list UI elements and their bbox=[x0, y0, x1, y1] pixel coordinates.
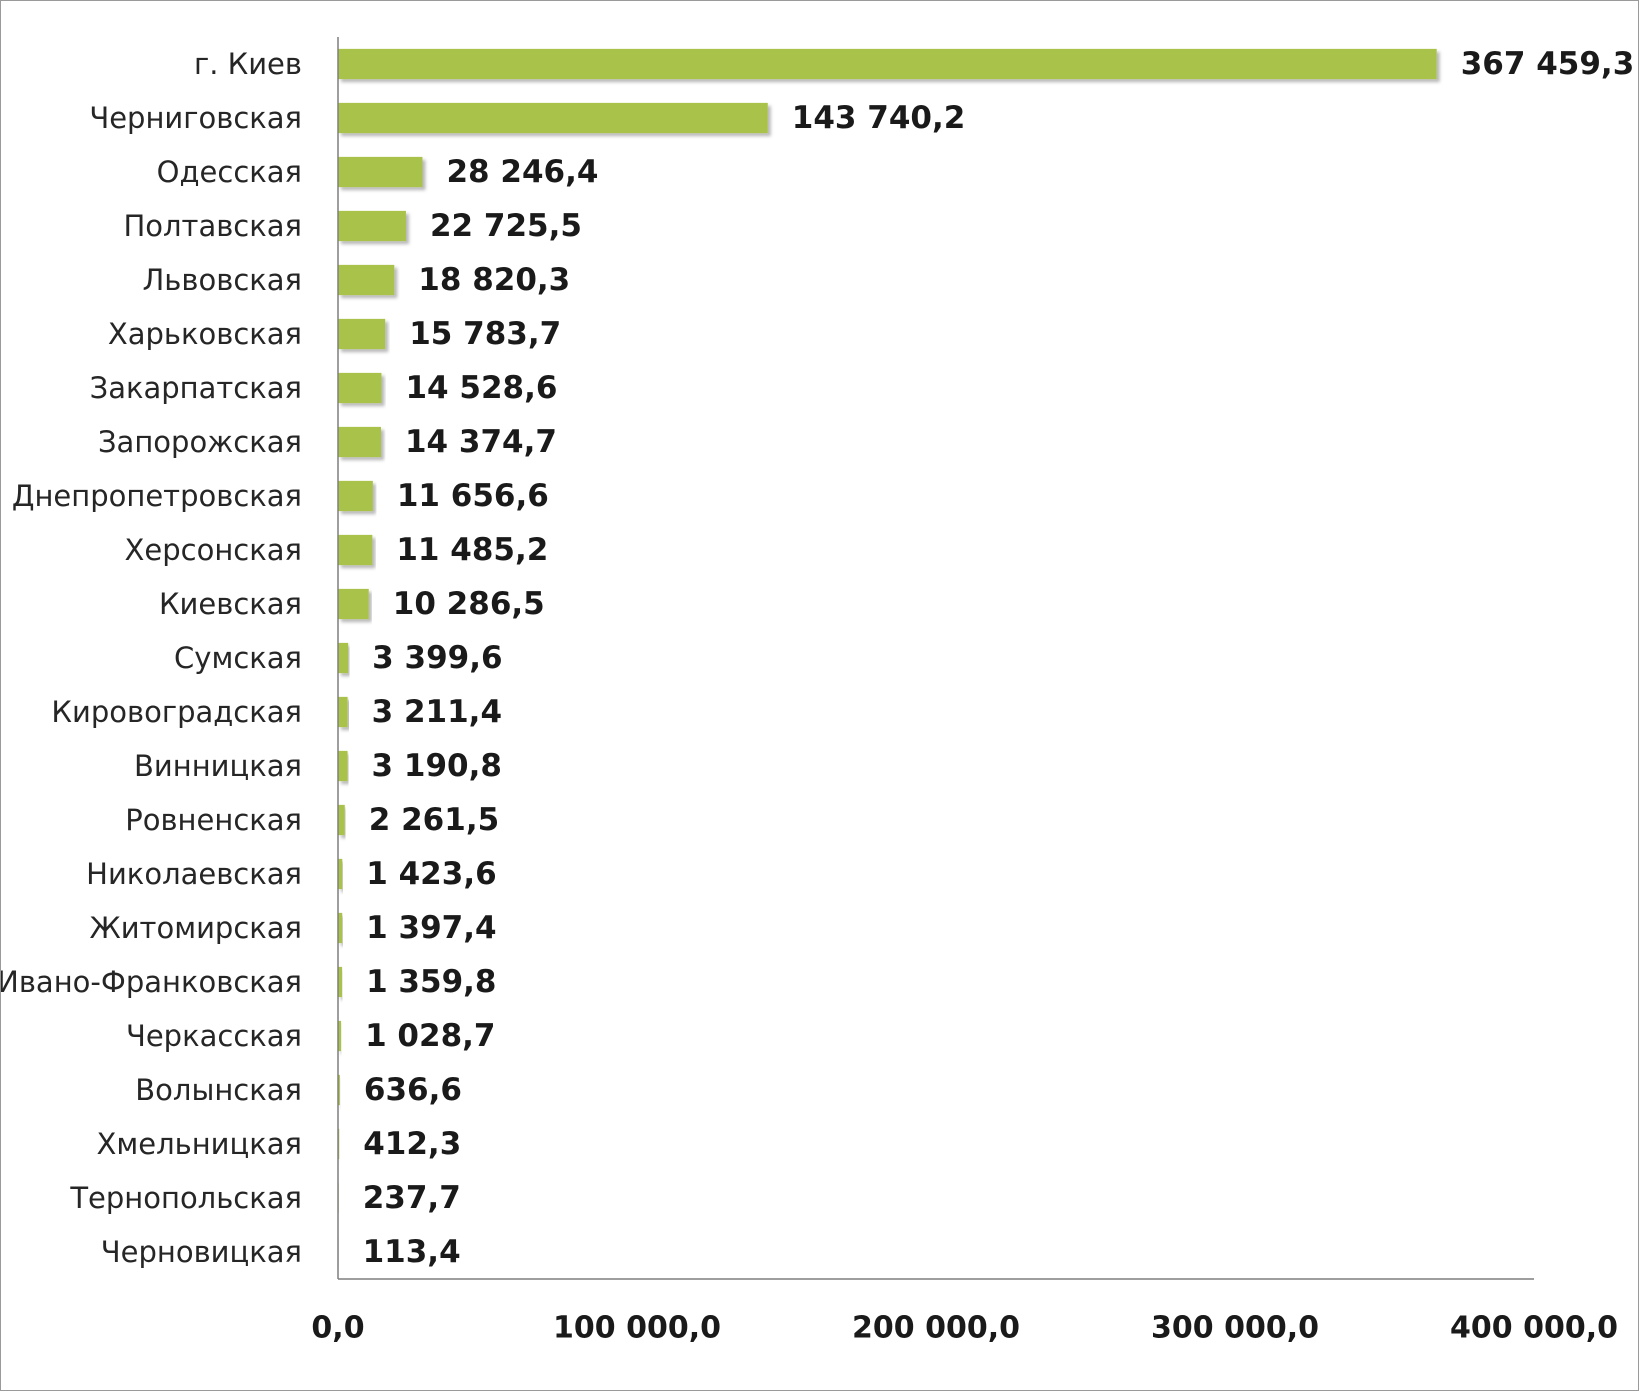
data-label: 22 725,5 bbox=[430, 208, 582, 244]
category-label: Волынская bbox=[135, 1073, 302, 1107]
category-label: Черниговская bbox=[89, 101, 302, 135]
bar bbox=[338, 318, 386, 350]
bar bbox=[338, 426, 381, 458]
bar bbox=[338, 480, 373, 512]
bar bbox=[338, 642, 349, 674]
bar bbox=[338, 210, 406, 242]
bar bbox=[338, 534, 373, 566]
category-label: Хмельницкая bbox=[97, 1127, 303, 1161]
x-tick-label: 400 000,0 bbox=[1450, 1311, 1618, 1346]
x-tick-label: 200 000,0 bbox=[852, 1311, 1020, 1346]
data-label: 15 783,7 bbox=[409, 316, 561, 352]
chart-frame: г. Киев Черниговская Одесская Полтавская Льв… bbox=[0, 0, 1639, 1391]
data-label: 367 459,3 bbox=[1461, 46, 1635, 82]
data-label: 14 528,6 bbox=[405, 370, 557, 406]
category-label: Николаевская bbox=[86, 857, 302, 891]
category-label: Львовская bbox=[143, 263, 303, 297]
category-label: Одесская bbox=[157, 155, 302, 189]
category-label: Винницкая bbox=[134, 749, 302, 783]
category-label: Тернопольская bbox=[69, 1181, 302, 1215]
bar-chart: г. Киев Черниговская Одесская Полтавская Льв… bbox=[1, 37, 1635, 1346]
category-label: Житомирская bbox=[89, 911, 302, 945]
data-label: 2 261,5 bbox=[369, 802, 499, 838]
category-label: Херсонская bbox=[125, 533, 302, 567]
bar bbox=[338, 156, 423, 188]
bar bbox=[338, 750, 348, 782]
data-label: 14 374,7 bbox=[405, 424, 557, 460]
bar bbox=[338, 696, 348, 728]
value-labels: 367 459,3 143 740,2 28 246,4 22 725,5 18 820… bbox=[363, 46, 1635, 1270]
bar bbox=[338, 372, 382, 404]
category-label: Харьковская bbox=[108, 317, 302, 351]
data-label: 113,4 bbox=[363, 1234, 461, 1270]
x-tick-labels: 0,0 100 000,0 200 000,0 300 000,0 400 000,0 bbox=[311, 1311, 1618, 1346]
data-label: 3 399,6 bbox=[372, 640, 502, 676]
data-label: 143 740,2 bbox=[792, 100, 966, 136]
category-label: Полтавская bbox=[123, 209, 302, 243]
data-label: 412,3 bbox=[363, 1126, 461, 1162]
x-tick-label: 100 000,0 bbox=[553, 1311, 721, 1346]
category-label: Сумская bbox=[174, 641, 302, 675]
x-tick-label: 300 000,0 bbox=[1151, 1311, 1319, 1346]
x-tick-label: 0,0 bbox=[311, 1311, 364, 1346]
category-label: Черкасская bbox=[126, 1019, 302, 1053]
bar bbox=[338, 588, 369, 620]
category-labels: г. Киев Черниговская Одесская Полтавская Льв… bbox=[1, 47, 302, 1269]
data-label: 10 286,5 bbox=[393, 586, 545, 622]
data-label: 28 246,4 bbox=[446, 154, 598, 190]
data-label: 1 423,6 bbox=[366, 856, 496, 892]
data-label: 3 190,8 bbox=[372, 748, 502, 784]
category-label: Днепропетровская bbox=[12, 479, 302, 513]
bar bbox=[338, 804, 345, 836]
data-label: 1 359,8 bbox=[366, 964, 496, 1000]
bar bbox=[338, 48, 1437, 80]
bar bbox=[338, 264, 395, 296]
data-label: 3 211,4 bbox=[372, 694, 502, 730]
category-label: Ивано-Франковская bbox=[1, 965, 302, 999]
data-label: 1 397,4 bbox=[366, 910, 496, 946]
data-label: 237,7 bbox=[363, 1180, 461, 1216]
category-label: Запорожская bbox=[98, 425, 302, 459]
data-label: 1 028,7 bbox=[365, 1018, 495, 1054]
category-label: г. Киев bbox=[194, 47, 302, 81]
category-label: Ровненская bbox=[125, 803, 302, 837]
category-label: Черновицкая bbox=[101, 1235, 302, 1269]
data-label: 18 820,3 bbox=[418, 262, 570, 298]
category-label: Киевская bbox=[159, 587, 302, 621]
data-label: 11 485,2 bbox=[396, 532, 548, 568]
category-label: Закарпатская bbox=[90, 371, 302, 405]
category-label: Кировоградская bbox=[51, 695, 302, 729]
bar bbox=[338, 102, 768, 134]
data-label: 636,6 bbox=[364, 1072, 462, 1108]
data-label: 11 656,6 bbox=[397, 478, 549, 514]
